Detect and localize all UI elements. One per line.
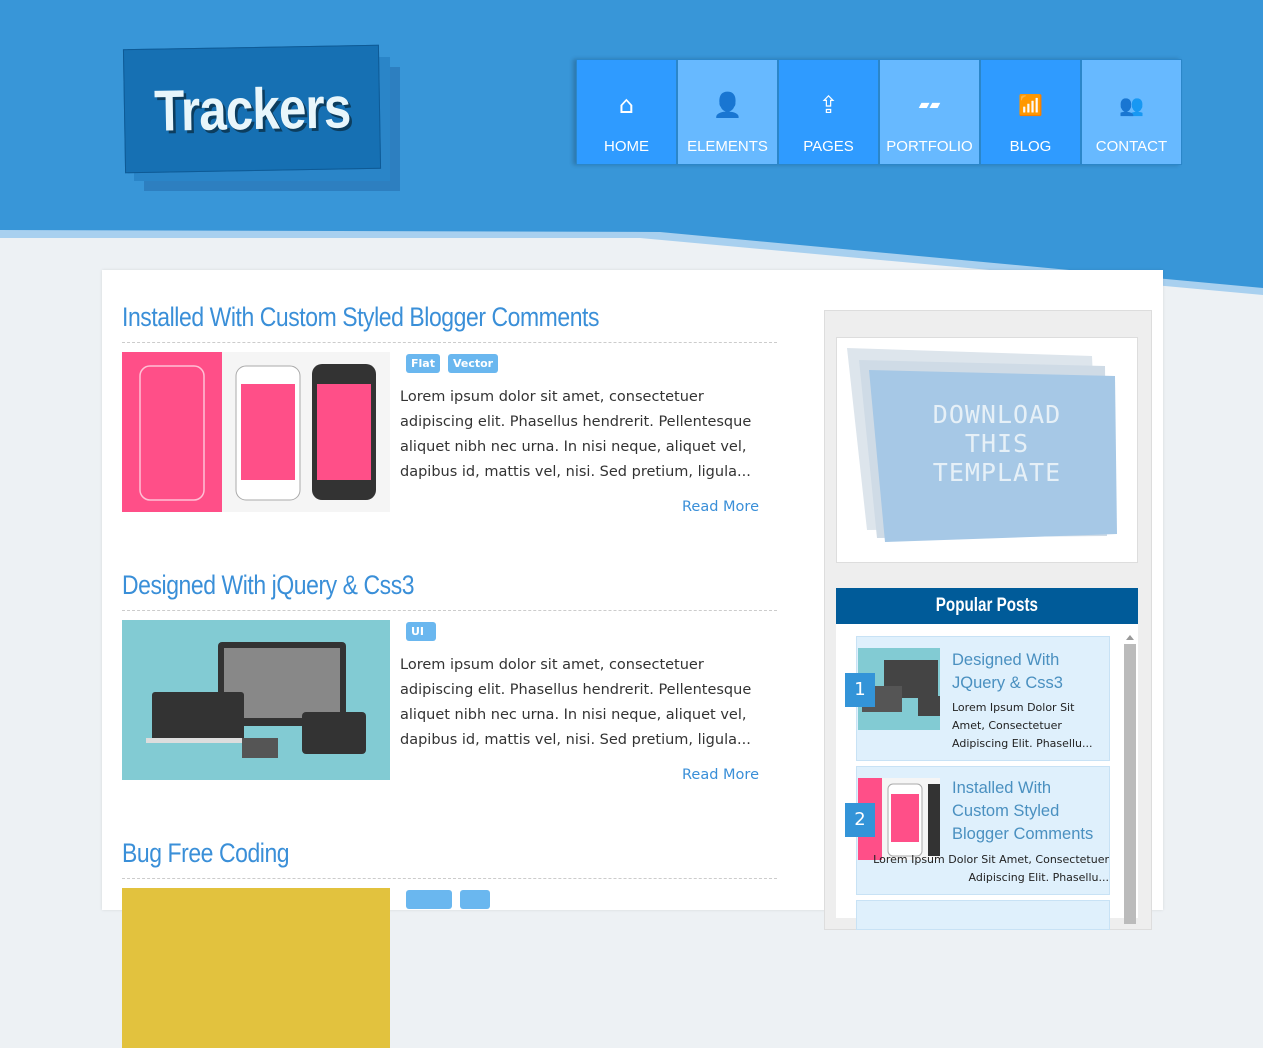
tag[interactable]: [406, 890, 452, 909]
popular-post-item[interactable]: [856, 900, 1110, 930]
rank-badge: 2: [845, 803, 875, 837]
nav-label: HOME: [604, 138, 649, 155]
post: Installed With Custom Styled Blogger Com…: [122, 302, 777, 515]
users-icon: 👥: [1119, 93, 1144, 117]
nav-label: PORTFOLIO: [886, 138, 973, 155]
wifi-icon: 📶: [1018, 93, 1043, 117]
content-area: Installed With Custom Styled Blogger Com…: [102, 270, 1163, 1048]
nav-contact[interactable]: 👥 CONTACT: [1081, 59, 1182, 165]
grid-icon: ▰▰: [918, 97, 941, 113]
popular-post-item[interactable]: 2 Installed With Custom Styled Blogger C…: [845, 766, 1110, 895]
post-excerpt: Lorem ipsum dolor sit amet, consectetuer…: [400, 657, 752, 748]
tag[interactable]: Vector: [447, 354, 499, 373]
post: Designed With jQuery & Css3 UI Lorem ips…: [122, 570, 777, 783]
divider: [122, 610, 777, 611]
read-more-link[interactable]: Read More: [682, 499, 759, 515]
popular-post-title[interactable]: Installed With Custom Styled Blogger Com…: [952, 777, 1109, 846]
post-excerpt: Lorem ipsum dolor sit amet, consectetuer…: [400, 389, 752, 480]
scrollbar[interactable]: [1124, 632, 1136, 924]
window-upload-icon: ⇪: [818, 91, 839, 119]
post-thumbnail[interactable]: [122, 352, 390, 512]
read-more-link[interactable]: Read More: [682, 767, 759, 783]
popular-post-excerpt: Lorem Ipsum Dolor Sit Amet, Consectetuer…: [873, 853, 1109, 884]
post: Bug Free Coding: [122, 838, 777, 1048]
popular-posts-widget: Popular Posts 1 Designed With JQuery & C…: [836, 588, 1138, 930]
post-title[interactable]: Bug Free Coding: [122, 838, 679, 872]
download-text: DOWNLOAD THIS TEMPLATE: [932, 400, 1062, 487]
scrollbar-thumb[interactable]: [1124, 644, 1136, 924]
sidebar: DOWNLOAD THIS TEMPLATE Popular Posts 1 D…: [824, 310, 1152, 930]
divider: [122, 878, 777, 879]
user-add-icon: 👤: [712, 91, 743, 119]
popular-posts-title: Popular Posts: [836, 588, 1138, 624]
post-title[interactable]: Designed With jQuery & Css3: [122, 570, 679, 604]
post-title[interactable]: Installed With Custom Styled Blogger Com…: [122, 302, 679, 336]
nav-portfolio[interactable]: ▰▰ PORTFOLIO: [879, 59, 980, 165]
rank-badge: 1: [845, 673, 875, 707]
header: Trackers ⌂ HOME 👤 ELEMENTS ⇪ PAGES ▰▰ PORTFO…: [0, 0, 1263, 300]
nav-pages[interactable]: ⇪ PAGES: [778, 59, 879, 165]
popular-post-excerpt: Lorem Ipsum Dolor Sit Amet, Consectetuer…: [952, 701, 1093, 750]
nav-elements[interactable]: 👤 ELEMENTS: [677, 59, 778, 165]
download-template-banner[interactable]: DOWNLOAD THIS TEMPLATE: [836, 337, 1138, 563]
home-icon: ⌂: [618, 91, 635, 119]
nav-label: PAGES: [803, 138, 854, 155]
tag[interactable]: [460, 890, 490, 909]
nav-label: ELEMENTS: [687, 138, 768, 155]
popular-post-item[interactable]: 1 Designed With JQuery & Css3 Lorem Ipsu…: [845, 636, 1110, 761]
post-thumbnail[interactable]: [122, 888, 390, 1048]
nav-label: BLOG: [1009, 138, 1052, 155]
logo[interactable]: Trackers: [122, 44, 400, 191]
tag[interactable]: Flat: [406, 354, 440, 373]
nav-home[interactable]: ⌂ HOME: [576, 59, 677, 165]
popular-post-title[interactable]: Designed With JQuery & Css3: [952, 649, 1109, 695]
nav-blog[interactable]: 📶 BLOG: [980, 59, 1081, 165]
main-nav: ⌂ HOME 👤 ELEMENTS ⇪ PAGES ▰▰ PORTFOLIO 📶 BLOG…: [576, 59, 1182, 165]
tag[interactable]: UI: [406, 622, 436, 641]
post-thumbnail[interactable]: [122, 620, 390, 780]
scroll-up-icon[interactable]: [1126, 635, 1134, 640]
divider: [122, 342, 777, 343]
nav-label: CONTACT: [1095, 138, 1168, 155]
logo-text: Trackers: [153, 74, 351, 144]
